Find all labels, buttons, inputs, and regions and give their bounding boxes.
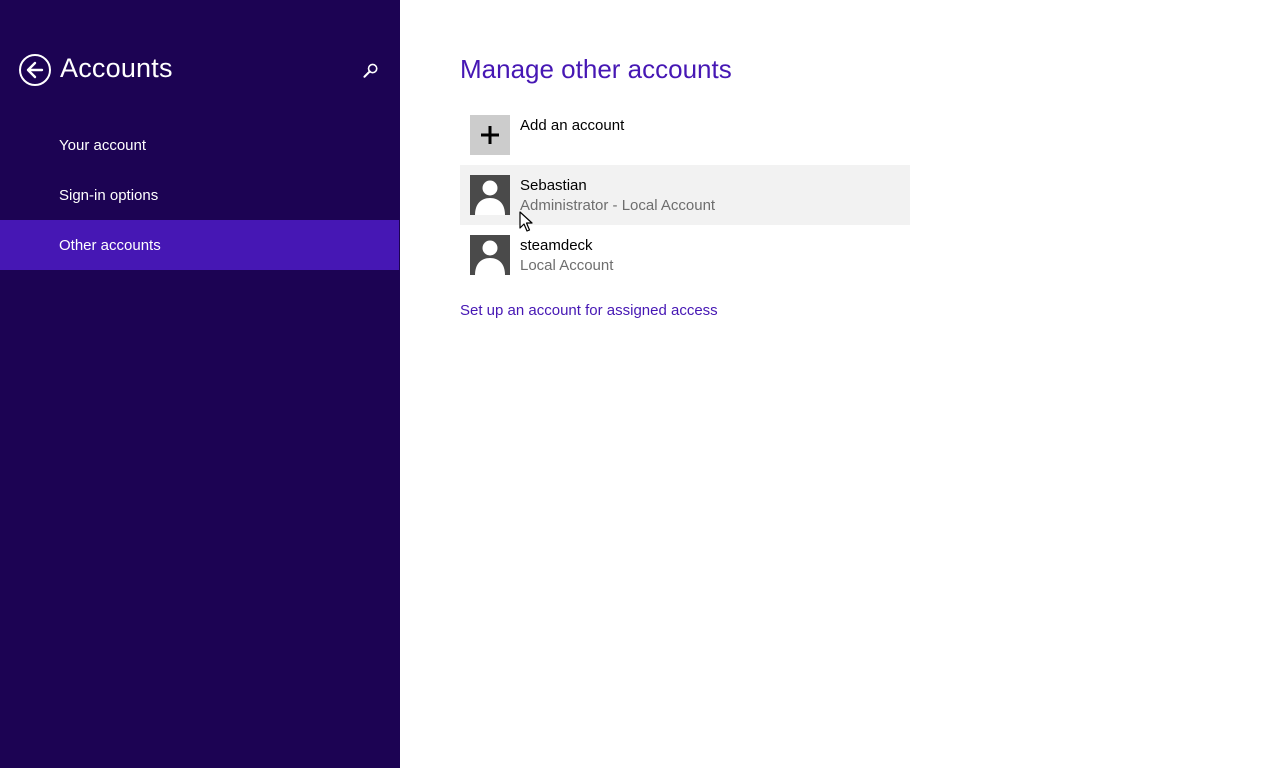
add-account-button[interactable]: Add an account — [460, 105, 910, 165]
sidebar-item-label: Your account — [59, 136, 147, 154]
assigned-access-link[interactable]: Set up an account for assigned access — [460, 302, 718, 319]
page-title: Manage other accounts — [460, 54, 732, 84]
user-avatar-icon — [470, 175, 510, 215]
sidebar-item-other-accounts[interactable]: Other accounts — [0, 220, 399, 270]
sidebar-item-label: Other accounts — [59, 236, 161, 254]
account-name: Sebastian — [520, 177, 587, 194]
person-silhouette-icon — [475, 240, 505, 275]
account-type: Local Account — [520, 257, 614, 274]
user-avatar-icon — [470, 235, 510, 275]
sidebar-nav: Your account Sign-in options Other accou… — [0, 120, 399, 270]
account-type: Administrator - Local Account — [520, 197, 716, 214]
sidebar-item-label: Sign-in options — [59, 186, 159, 204]
search-icon — [363, 63, 378, 78]
sidebar-item-your-account[interactable]: Your account — [0, 120, 399, 170]
sidebar-item-sign-in-options[interactable]: Sign-in options — [0, 170, 399, 220]
add-account-tile — [470, 115, 510, 155]
add-account-label: Add an account — [520, 117, 625, 134]
sidebar: Accounts Your account Sign-in options Ot… — [0, 0, 400, 768]
main-content: Manage other accounts Add an account Seb… — [400, 0, 1280, 768]
person-silhouette-icon — [475, 180, 505, 215]
back-arrow-icon — [26, 61, 44, 79]
plus-icon — [481, 126, 499, 144]
account-item-steamdeck[interactable]: steamdeck Local Account — [460, 225, 910, 285]
back-button[interactable] — [19, 54, 51, 86]
sidebar-title: Accounts — [60, 53, 173, 83]
mouse-cursor-icon — [519, 211, 533, 232]
search-button[interactable] — [360, 60, 382, 82]
account-name: steamdeck — [520, 237, 593, 254]
